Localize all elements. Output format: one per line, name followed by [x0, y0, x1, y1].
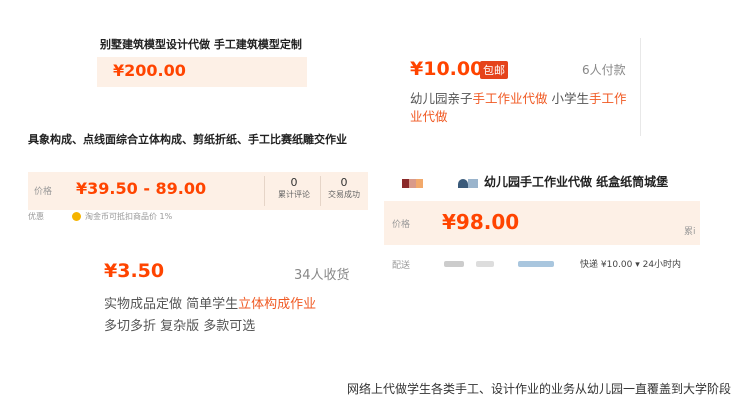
product-title[interactable]: 具象构成、点线面综合立体构成、剪纸折纸、手工比赛纸雕交作业 [28, 132, 364, 147]
product-price: ¥98.00 [442, 210, 520, 234]
shipping-label: 配送 [392, 261, 411, 271]
price-band: 价格 ¥98.00 累i [384, 201, 700, 245]
stat-label: 累计评论 [278, 190, 310, 199]
promo-row: 优惠 淘金币可抵扣商品价 1% [28, 211, 172, 222]
price-label: 价格 [34, 187, 53, 197]
free-shipping-badge: 包邮 [480, 61, 508, 79]
thumbnail-icon [416, 179, 423, 188]
shipping-info[interactable]: 快递 ¥10.00 ▾ 24小时内 [580, 257, 681, 270]
thumbnail-icon [468, 179, 478, 188]
image-caption: 网络上代做学生各类手工、设计作业的业务从幼儿园一直覆盖到大学阶段 [346, 382, 731, 396]
product-title[interactable]: 别墅建筑模型设计代做 手工建筑模型定制 [100, 36, 302, 52]
promo-label: 优惠 [28, 212, 44, 221]
thumbnail-icon [409, 179, 416, 188]
product-card-castle[interactable]: 幼儿园手工作业代做 纸盒纸筒城堡 价格 ¥98.00 累i 配送 快递 ¥10.… [384, 165, 700, 277]
product-title[interactable]: 幼儿园手工作业代做 纸盒纸筒城堡 [484, 173, 668, 190]
stat-label: 交易成功 [328, 190, 360, 199]
redacted-location [518, 261, 554, 267]
stat-number: 0 [340, 176, 348, 189]
buyer-count: 34人收货 [294, 268, 350, 283]
desc-highlight: 立体构成作业 [238, 297, 317, 312]
product-price: ¥39.50 - 89.00 [76, 179, 207, 198]
paid-count: 6人付款 [582, 63, 626, 77]
coin-icon [72, 212, 81, 221]
product-card-3d-composition[interactable]: ¥3.50 34人收货 实物成品定做 简单学生立体构成作业多切多折 复杂版 多款… [92, 250, 362, 348]
price-label: 价格 [392, 220, 411, 230]
product-card-composition[interactable]: 具象构成、点线面综合立体构成、剪纸折纸、手工比赛纸雕交作业 价格 ¥39.50 … [22, 126, 368, 221]
product-description[interactable]: 实物成品定做 简单学生立体构成作业多切多折 复杂版 多款可选 [104, 294, 360, 338]
sales-label: 累i [684, 227, 696, 237]
stat-reviews[interactable]: 0 累计评论 [270, 176, 318, 200]
product-card-villa-model[interactable]: 别墅建筑模型设计代做 手工建筑模型定制 ¥200.00 [92, 28, 312, 94]
product-card-kindergarten-parent[interactable]: ¥10.00 包邮 6人付款 幼儿园亲子手工作业代做 小学生手工作业代做 [398, 38, 641, 136]
stat-number: 0 [290, 176, 298, 189]
product-price: ¥200.00 [113, 61, 186, 80]
desc-text: 幼儿园亲子 [410, 91, 473, 106]
divider [264, 176, 265, 206]
promo-text: 淘金币可抵扣商品价 1% [85, 212, 173, 221]
divider [320, 176, 321, 206]
product-price: ¥10.00 [410, 58, 484, 80]
desc-text: 小学生 [547, 91, 590, 106]
thumbnail-icon [402, 179, 409, 188]
desc-text: 多切多折 复杂版 多款可选 [104, 319, 256, 334]
stat-transactions[interactable]: 0 交易成功 [322, 176, 366, 200]
desc-highlight: 手工作业代做 [472, 91, 548, 106]
redacted-location [444, 261, 464, 267]
thumbnail-icon [458, 179, 468, 188]
redacted-location [476, 261, 494, 267]
product-description[interactable]: 幼儿园亲子手工作业代做 小学生手工作业代做 [410, 90, 635, 126]
price-band: ¥200.00 [97, 57, 307, 87]
price-band: 价格 ¥39.50 - 89.00 0 累计评论 0 交易成功 [28, 172, 368, 210]
product-price: ¥3.50 [104, 260, 165, 282]
desc-text: 实物成品定做 简单学生 [104, 297, 239, 312]
